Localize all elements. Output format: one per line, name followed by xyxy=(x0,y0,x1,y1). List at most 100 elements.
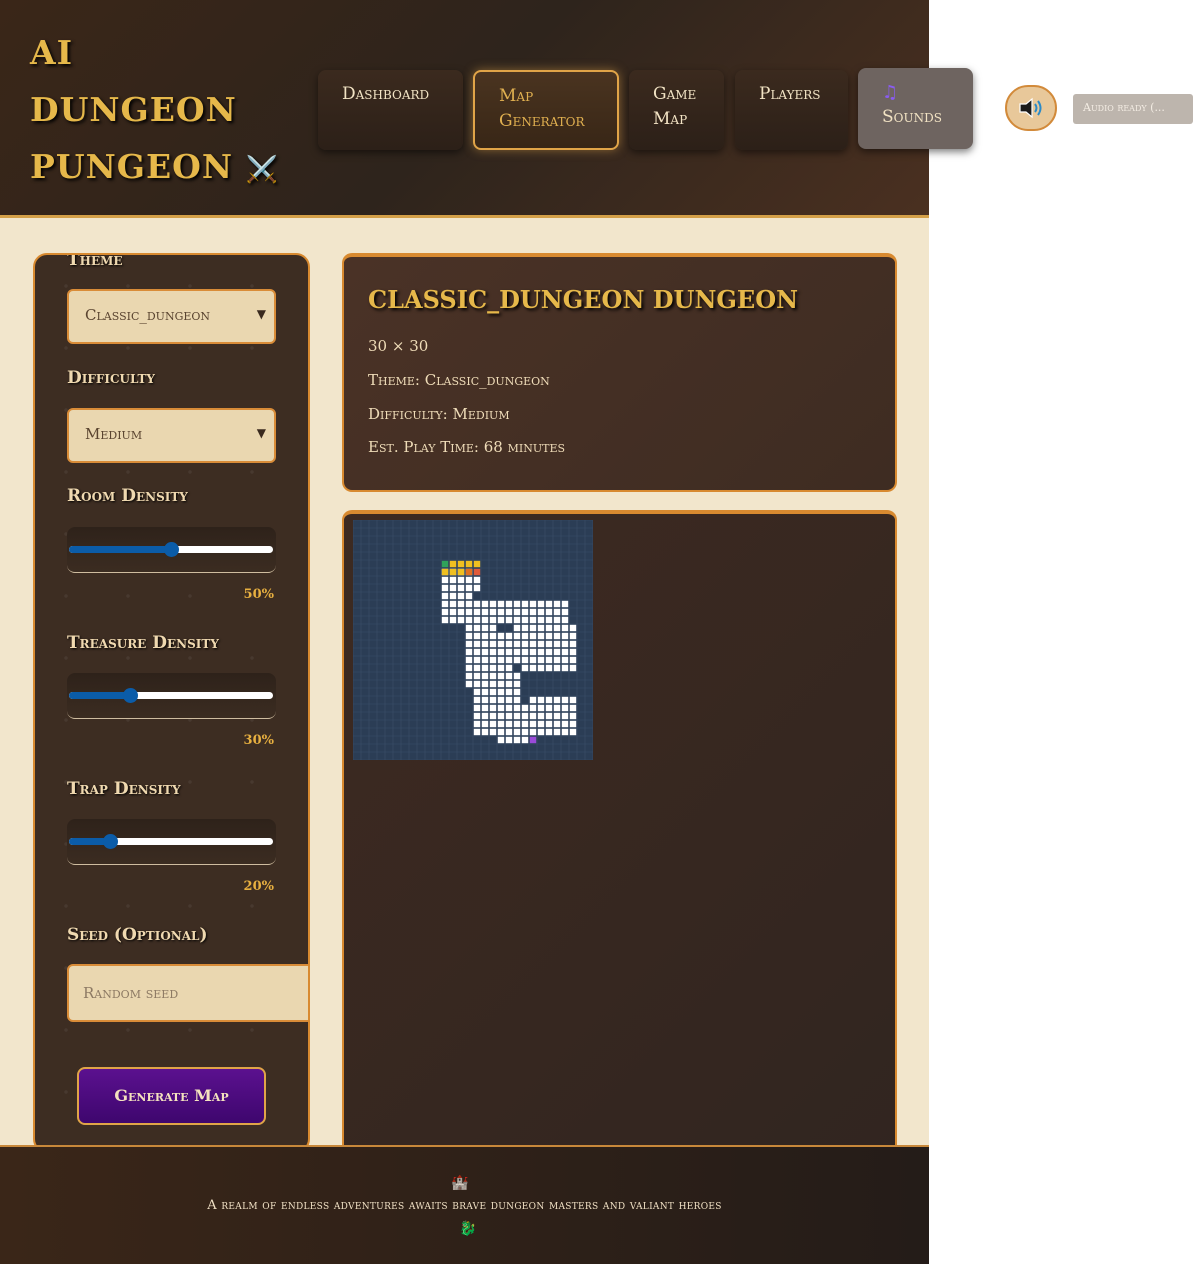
map-floor-tile xyxy=(521,736,529,744)
map-floor-tile xyxy=(529,608,537,616)
map-floor-tile xyxy=(561,720,569,728)
map-floor-tile xyxy=(489,704,497,712)
chevron-down-icon: ▼ xyxy=(256,307,266,321)
nav-dashboard-button[interactable]: Dashboard xyxy=(318,70,463,150)
map-floor-tile xyxy=(513,648,521,656)
map-preview-card xyxy=(342,510,897,1170)
map-floor-tile xyxy=(521,720,529,728)
generate-map-button[interactable]: Generate Map xyxy=(77,1067,266,1125)
map-floor-tile xyxy=(569,728,577,736)
nav-players-button[interactable]: Players xyxy=(735,70,848,150)
map-floor-tile xyxy=(489,648,497,656)
speaker-icon xyxy=(1019,97,1042,119)
map-floor-tile xyxy=(497,600,505,608)
map-floor-tile xyxy=(553,608,561,616)
difficulty-select[interactable]: Medium ▼ xyxy=(67,408,276,463)
dungeon-map-grid[interactable] xyxy=(353,520,593,760)
map-floor-tile xyxy=(529,704,537,712)
map-floor-tile xyxy=(489,616,497,624)
theme-select[interactable]: Classic_dungeon ▼ xyxy=(67,289,276,344)
logo-line-2: DUNGEON xyxy=(30,90,237,129)
map-exit-tile xyxy=(529,736,537,744)
map-floor-tile xyxy=(513,728,521,736)
map-floor-tile xyxy=(513,720,521,728)
map-floor-tile xyxy=(489,688,497,696)
map-floor-tile xyxy=(489,728,497,736)
map-floor-tile xyxy=(521,704,529,712)
trap-density-slider-wrap xyxy=(67,819,276,865)
treasure-density-slider[interactable] xyxy=(69,688,273,703)
map-floor-tile xyxy=(473,608,481,616)
nav-map-generator-button[interactable]: Map Generator xyxy=(473,70,619,150)
map-floor-tile xyxy=(537,624,545,632)
map-floor-tile xyxy=(473,680,481,688)
audio-toggle-button[interactable] xyxy=(1005,85,1057,131)
map-floor-tile xyxy=(505,648,513,656)
room-density-thumb[interactable] xyxy=(164,542,179,557)
app-logo[interactable]: AI DUNGEON PUNGEON ⚔️ xyxy=(30,24,300,199)
map-trap-tile xyxy=(473,568,481,576)
map-floor-tile xyxy=(489,608,497,616)
map-difficulty: Difficulty: Medium xyxy=(368,405,510,423)
map-floor-tile xyxy=(489,632,497,640)
nav-game-map-label-1: Game xyxy=(653,84,697,104)
map-floor-tile xyxy=(537,600,545,608)
nav-sounds-label: Sounds xyxy=(882,107,942,127)
map-floor-tile xyxy=(505,680,513,688)
room-density-slider[interactable] xyxy=(69,542,273,557)
map-floor-tile xyxy=(489,624,497,632)
map-floor-tile xyxy=(489,600,497,608)
map-floor-tile xyxy=(505,728,513,736)
map-floor-tile xyxy=(497,728,505,736)
nav-game-map-label-2: Map xyxy=(653,109,688,129)
nav-sounds-button[interactable]: ♫ Sounds xyxy=(858,68,973,149)
map-floor-tile xyxy=(489,712,497,720)
map-floor-tile xyxy=(441,600,449,608)
map-floor-tile xyxy=(513,640,521,648)
map-floor-tile xyxy=(481,648,489,656)
map-floor-tile xyxy=(489,696,497,704)
map-floor-tile xyxy=(521,640,529,648)
map-floor-tile xyxy=(513,680,521,688)
map-floor-tile xyxy=(529,648,537,656)
map-floor-tile xyxy=(513,600,521,608)
map-floor-tile xyxy=(569,720,577,728)
map-floor-tile xyxy=(545,728,553,736)
map-floor-tile xyxy=(537,664,545,672)
trap-density-thumb[interactable] xyxy=(102,834,118,849)
room-density-fill xyxy=(69,546,171,553)
treasure-density-thumb[interactable] xyxy=(123,688,139,703)
trap-density-slider[interactable] xyxy=(69,834,273,849)
map-floor-tile xyxy=(457,576,465,584)
map-floor-tile xyxy=(561,664,569,672)
map-floor-tile xyxy=(497,640,505,648)
map-floor-tile xyxy=(537,656,545,664)
map-floor-tile xyxy=(473,584,481,592)
map-settings-panel: Theme Classic_dungeon ▼ Difficulty Mediu… xyxy=(33,253,310,1153)
map-floor-tile xyxy=(545,616,553,624)
map-floor-tile xyxy=(561,640,569,648)
map-floor-tile xyxy=(553,712,561,720)
map-floor-tile xyxy=(465,680,473,688)
seed-input[interactable]: Random seed xyxy=(67,964,308,1022)
map-floor-tile xyxy=(553,600,561,608)
nav-game-map-button[interactable]: Game Map xyxy=(629,70,724,150)
map-treasure-tile xyxy=(449,560,457,568)
map-floor-tile xyxy=(569,696,577,704)
map-floor-tile xyxy=(481,688,489,696)
map-treasure-tile xyxy=(449,568,457,576)
map-floor-tile xyxy=(473,576,481,584)
map-floor-tile xyxy=(513,688,521,696)
map-floor-tile xyxy=(521,656,529,664)
map-floor-tile xyxy=(561,696,569,704)
seed-input-placeholder: Random seed xyxy=(83,984,179,1002)
map-floor-tile xyxy=(497,616,505,624)
map-floor-tile xyxy=(497,680,505,688)
map-floor-tile xyxy=(529,712,537,720)
crossed-swords-icon: ⚔️ xyxy=(245,155,279,185)
map-floor-tile xyxy=(457,600,465,608)
map-floor-tile xyxy=(545,656,553,664)
map-floor-tile xyxy=(473,600,481,608)
map-floor-tile xyxy=(545,712,553,720)
map-floor-tile xyxy=(537,632,545,640)
